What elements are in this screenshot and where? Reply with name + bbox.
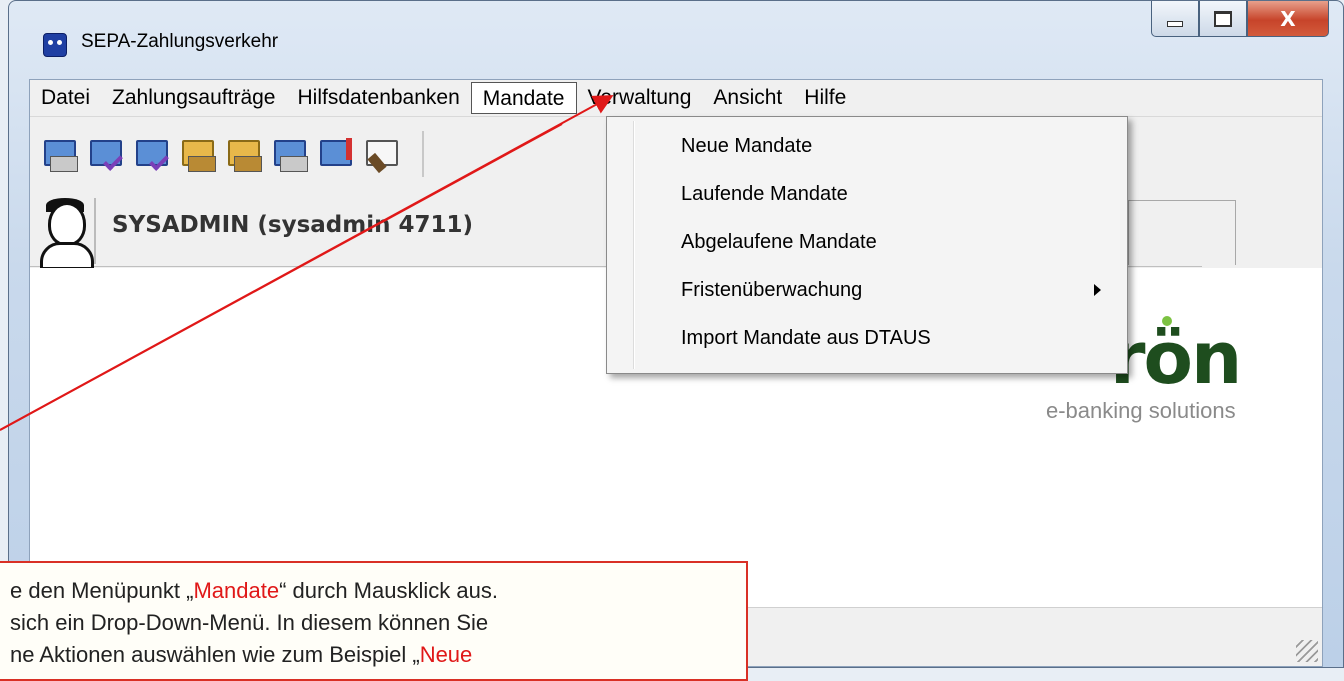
close-icon: X xyxy=(1280,6,1296,31)
maximize-button[interactable] xyxy=(1199,1,1247,37)
menu-hilfe[interactable]: Hilfe xyxy=(793,82,857,114)
app-icon xyxy=(43,33,67,57)
minimize-icon xyxy=(1167,20,1183,27)
callout-line-1: e den Menüpunkt „Mandate“ durch Mausklic… xyxy=(10,578,498,603)
title-bar[interactable]: SEPA-Zahlungsverkehr X xyxy=(9,1,1343,81)
window-controls: X xyxy=(1151,1,1329,39)
menu-item-fristenueberwachung[interactable]: Fristenüberwachung xyxy=(607,267,1127,313)
menu-hilfsdatenbanken[interactable]: Hilfsdatenbanken xyxy=(286,82,470,114)
maximize-icon xyxy=(1214,10,1232,27)
callout-line-2: sich ein Drop-Down-Menü. In diesem könne… xyxy=(10,610,489,635)
user-tab[interactable] xyxy=(1128,200,1236,265)
menu-item-import-mandate[interactable]: Import Mandate aus DTAUS xyxy=(607,315,1127,361)
logo-tagline: e-banking solutions xyxy=(1046,398,1236,423)
menu-mandate[interactable]: Mandate xyxy=(470,82,577,114)
menu-item-laufende-mandate[interactable]: Laufende Mandate xyxy=(607,171,1127,217)
menu-item-neue-mandate[interactable]: Neue Mandate xyxy=(607,123,1127,169)
window-title: SEPA-Zahlungsverkehr xyxy=(81,31,279,52)
mandate-dropdown-menu: Neue Mandate Laufende Mandate Abgelaufen… xyxy=(606,116,1128,374)
monitor-stack-icon[interactable] xyxy=(178,134,218,174)
submenu-arrow-icon xyxy=(1094,284,1101,296)
instruction-callout: e den Menüpunkt „Mandate“ durch Mausklic… xyxy=(0,561,748,681)
user-label: SYSADMIN (sysadmin 4711) xyxy=(112,212,474,238)
folder-network-icon[interactable] xyxy=(224,134,264,174)
toolbar-separator xyxy=(422,131,424,177)
menu-zahlungsauftraege[interactable]: Zahlungsaufträge xyxy=(101,82,286,114)
menu-verwaltung[interactable]: Verwaltung xyxy=(577,82,703,114)
checklist-stack-icon[interactable] xyxy=(132,134,172,174)
callout-line-3: ne Aktionen auswählen wie zum Beispiel „… xyxy=(10,642,473,667)
minimize-button[interactable] xyxy=(1151,1,1199,37)
menu-datei[interactable]: Datei xyxy=(30,82,101,114)
menu-ansicht[interactable]: Ansicht xyxy=(702,82,793,114)
monitor-flag-icon[interactable] xyxy=(316,134,356,174)
resize-grip-icon[interactable] xyxy=(1296,640,1318,662)
monitor-doc-icon[interactable] xyxy=(270,134,310,174)
avatar xyxy=(32,198,96,270)
close-button[interactable]: X xyxy=(1247,1,1329,37)
menu-item-abgelaufene-mandate[interactable]: Abgelaufene Mandate xyxy=(607,219,1127,265)
menu-item-label: Fristenüberwachung xyxy=(681,279,863,301)
magnifier-doc-icon[interactable] xyxy=(362,134,402,174)
brand-logo: rön xyxy=(1110,316,1242,400)
menu-bar: Datei Zahlungsaufträge Hilfsdatenbanken … xyxy=(30,80,1322,117)
checklist-icon[interactable] xyxy=(86,134,126,174)
keyboard-screen-icon[interactable] xyxy=(40,134,80,174)
